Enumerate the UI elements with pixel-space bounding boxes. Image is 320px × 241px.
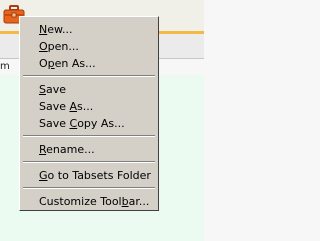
menu-item-rename[interactable]: Rename... [39,142,95,157]
tabsets-menu: New... Open... Open As... Save Save As..… [19,16,159,211]
menu-item-save[interactable]: Save [39,82,66,97]
menu-item-open-as[interactable]: Open As... [39,56,96,71]
menu-separator [23,161,155,163]
menu-separator [23,75,155,77]
menu-item-save-as[interactable]: Save As... [39,99,93,114]
menu-item-open[interactable]: Open... [39,39,79,54]
menu-item-save-copy-as[interactable]: Save Copy As... [39,116,125,131]
menu-item-customize-toolbar[interactable]: Customize Toolbar... [39,194,149,209]
menu-item-go-to-tabsets-folder[interactable]: Go to Tabsets Folder [39,168,151,183]
partial-tab-label: m [0,61,10,72]
menu-separator [23,187,155,189]
menu-item-new[interactable]: New... [39,22,72,37]
menu-separator [23,135,155,137]
